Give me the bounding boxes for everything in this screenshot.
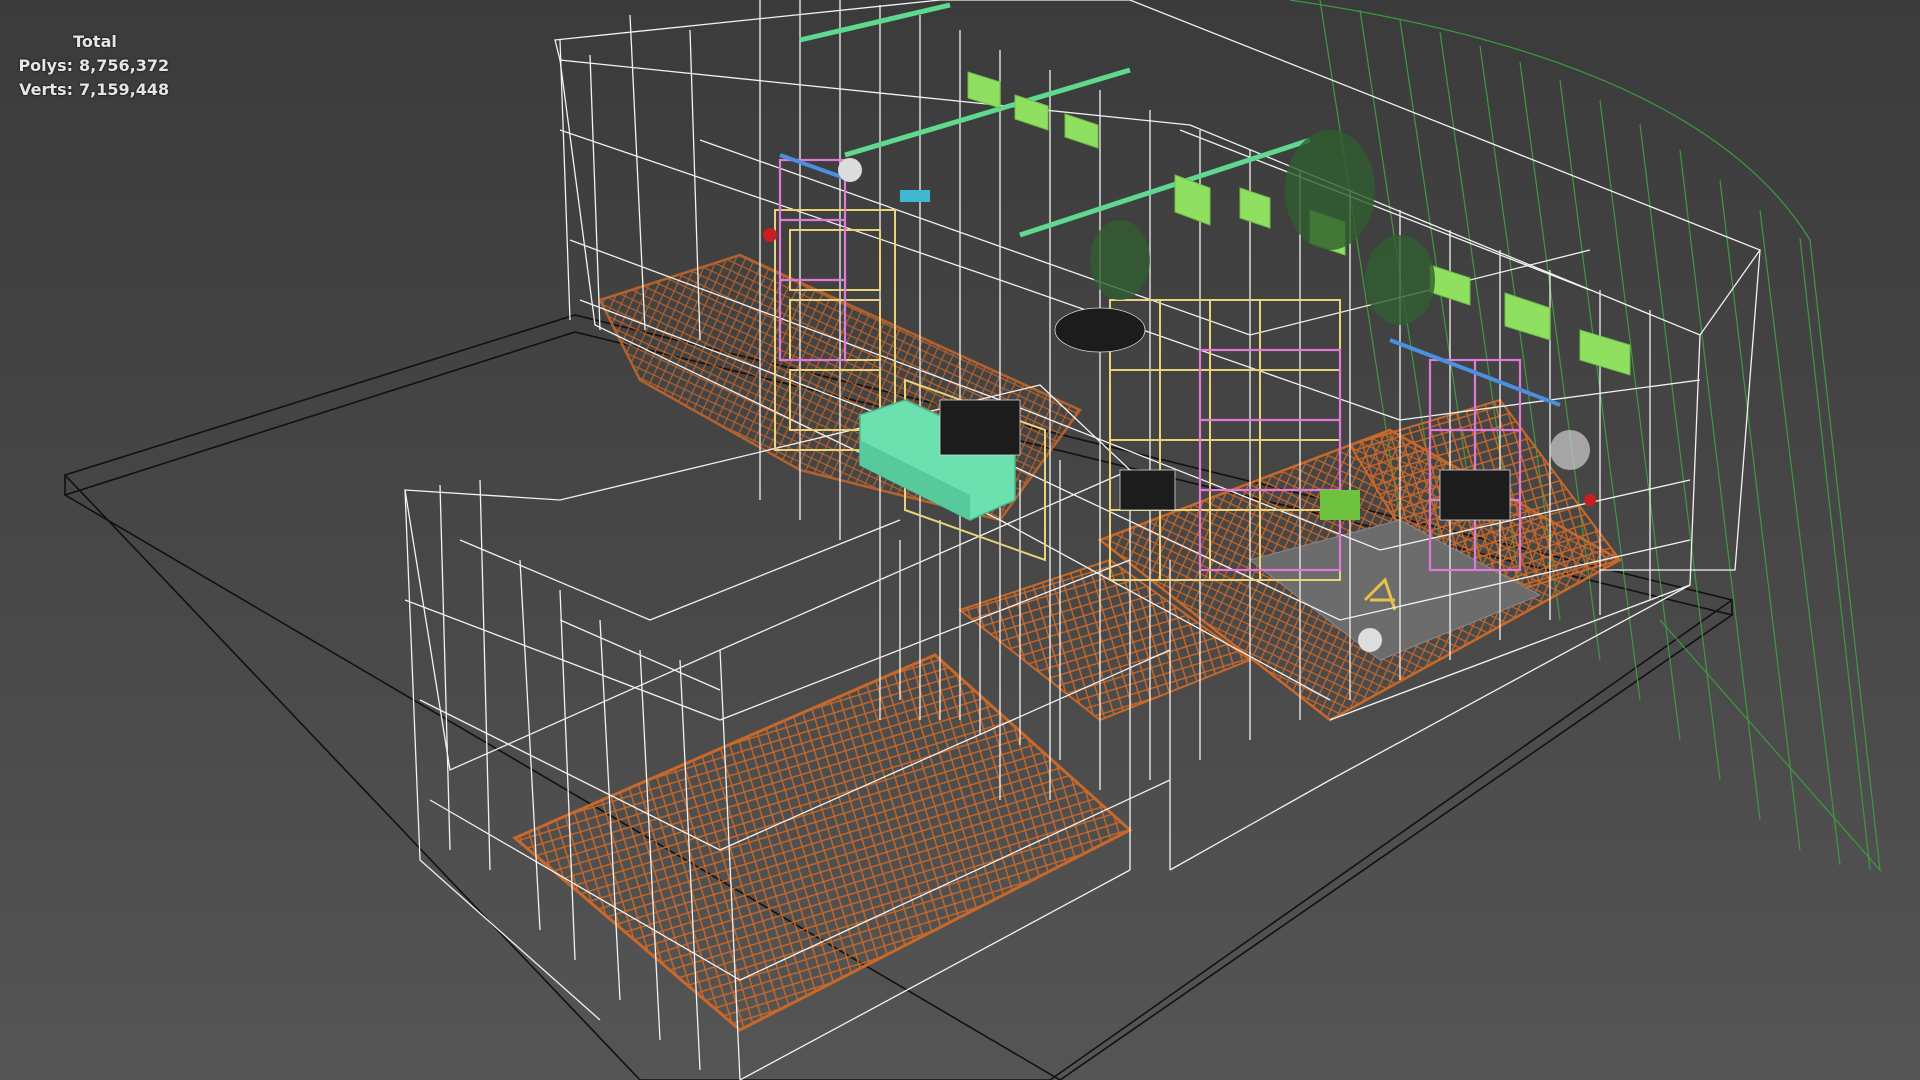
scene-wireframe[interactable] [0,0,1920,1080]
plant [1090,130,1435,325]
polys-value: 8,756,372 [79,56,170,75]
viewport-perspective[interactable]: Total Polys: 8,756,372 Verts: 7,159,448 [0,0,1920,1080]
verts-label: Verts: [19,80,73,99]
stats-title: Total [73,32,117,51]
stats-overlay: Total Polys: 8,756,372 Verts: 7,159,448 [14,30,176,102]
stats-verts-row: Verts: 7,159,448 [14,78,176,102]
verts-value: 7,159,448 [79,80,170,99]
stats-polys-row: Polys: 8,756,372 [14,54,176,78]
floor-herringbone [512,253,1623,1032]
track-light [799,2,1311,238]
polys-label: Polys: [18,56,73,75]
